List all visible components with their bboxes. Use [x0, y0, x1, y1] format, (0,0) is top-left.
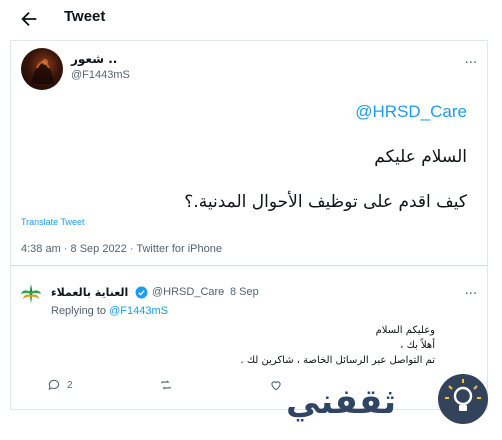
reply-author-handle[interactable]: @HRSD_Care	[152, 286, 224, 298]
translate-tweet-link[interactable]: Translate Tweet	[21, 217, 85, 227]
ministry-logo-icon[interactable]	[17, 280, 45, 308]
author-handle[interactable]: @F1443mS	[71, 69, 130, 81]
tweet-text-line-1: السلام عليكم	[374, 147, 467, 167]
heart-icon	[271, 381, 281, 391]
replying-to-label: Replying to @F1443mS	[51, 305, 168, 317]
verified-badge-icon	[135, 286, 148, 299]
reply-date[interactable]: 8 Sep	[230, 286, 259, 298]
reply-count: 2	[67, 379, 73, 391]
reply-text-line-1: وعليكم السلام	[375, 325, 435, 336]
tweet-text-line-2: كيف اقدم على توظيف الأحوال المدنية.؟	[184, 192, 467, 212]
reply-author-name[interactable]: العناية بالعملاء	[51, 286, 128, 299]
reply-text-line-2: أهلاً بك ،	[400, 340, 435, 351]
more-options-icon[interactable]: ···	[465, 287, 477, 302]
replying-to-user-link[interactable]: @F1443mS	[109, 305, 168, 317]
watermark-text: ثقفني	[286, 382, 396, 422]
lightbulb-icon	[438, 374, 488, 424]
reply-action[interactable]: 2	[47, 378, 73, 392]
more-options-icon[interactable]: ···	[465, 56, 477, 71]
retweet-icon	[161, 380, 171, 390]
replying-to-prefix: Replying to	[51, 305, 110, 317]
main-tweet: شعور .. @F1443mS ··· @HRSD_Care السلام ع…	[10, 40, 488, 265]
reply-text: وعليكم السلام أهلاً بك ، تم التواصل عبر …	[240, 323, 435, 368]
separator-dot: ·	[221, 286, 225, 299]
header-bar: Tweet	[0, 0, 502, 40]
reply-icon	[48, 379, 60, 391]
tweet-timestamp[interactable]: 4:38 am · 8 Sep 2022 · Twitter for iPhon…	[21, 243, 222, 255]
reply-text-line-3: تم التواصل عبر الرسائل الخاصة ، شاكرين ل…	[240, 355, 435, 366]
watermark: ثقفني	[286, 368, 502, 440]
mention-link[interactable]: @HRSD_Care	[355, 102, 467, 122]
retweet-action[interactable]	[159, 378, 179, 392]
page-title: Tweet	[64, 8, 106, 25]
avatar[interactable]	[21, 48, 63, 90]
arrow-left-icon[interactable]	[18, 8, 40, 30]
author-display-name[interactable]: شعور ..	[71, 52, 117, 66]
